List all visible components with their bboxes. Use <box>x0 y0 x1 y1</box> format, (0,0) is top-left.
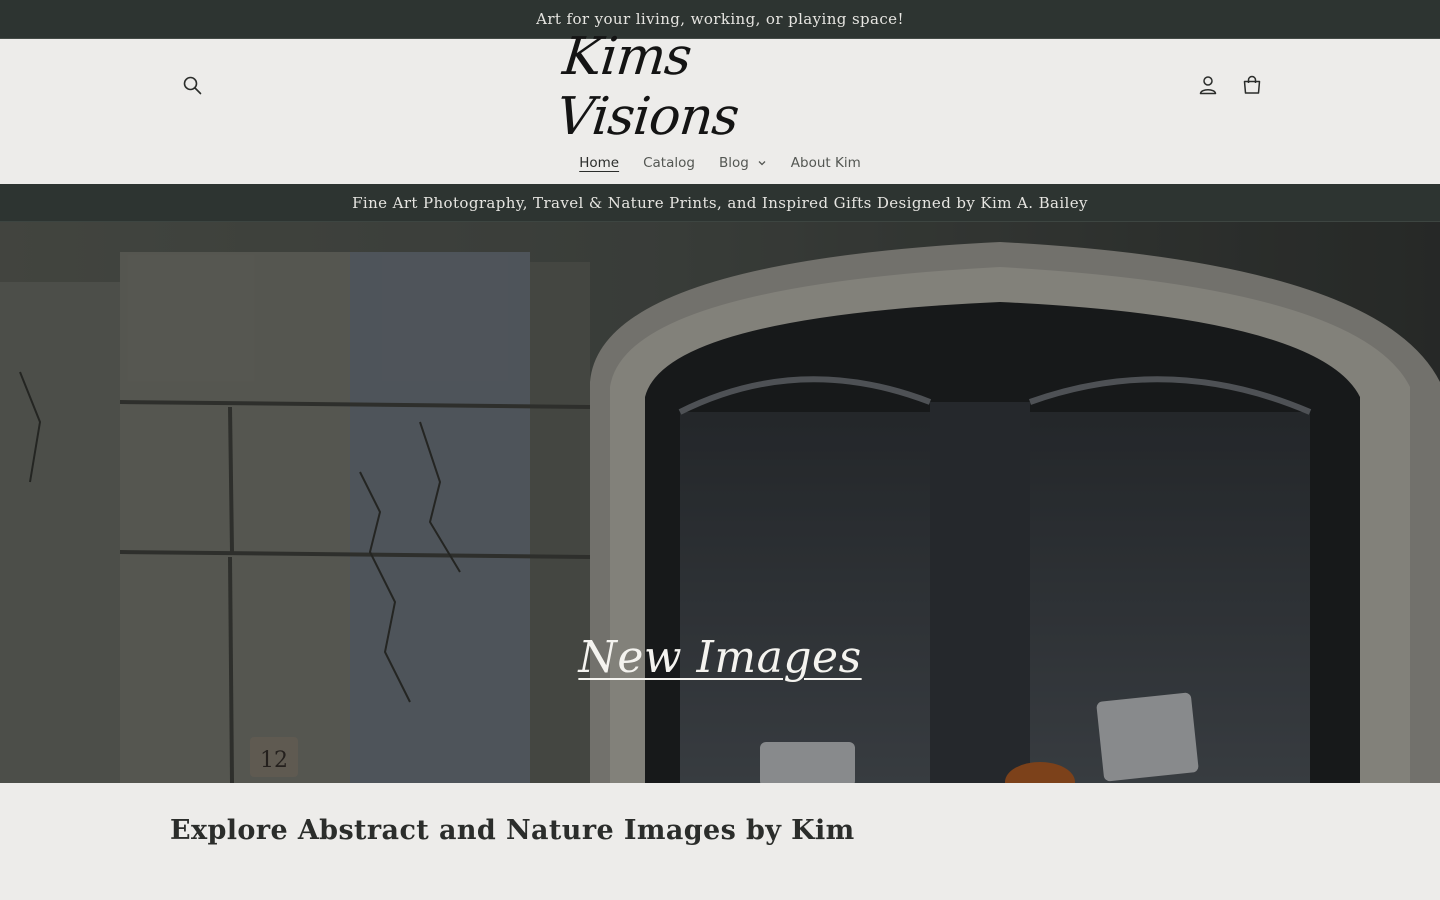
nav-catalog-label: Catalog <box>643 155 695 171</box>
hero-title-link[interactable]: New Images <box>578 632 861 683</box>
cart-icon <box>1243 75 1261 94</box>
site-header: Kims Visions Home Catalog Blog About Kim <box>0 27 1440 184</box>
tagline-bar: Fine Art Photography, Travel & Nature Pr… <box>0 184 1440 222</box>
search-button[interactable] <box>174 67 210 103</box>
section-title: Explore Abstract and Nature Images by Ki… <box>170 815 855 846</box>
site-logo[interactable]: Kims Visions <box>554 27 880 147</box>
account-button[interactable] <box>1190 67 1226 103</box>
hero-title: New Images <box>0 632 1440 683</box>
nav-about[interactable]: About Kim <box>779 155 873 171</box>
search-icon <box>183 76 202 95</box>
hero-overlay <box>0 222 1440 783</box>
nav-blog-label: Blog <box>718 155 749 171</box>
nav-home-label: Home <box>579 155 620 171</box>
main-nav: Home Catalog Blog About Kim <box>0 149 1440 177</box>
chevron-down-icon <box>758 161 766 166</box>
nav-home[interactable]: Home <box>567 155 631 171</box>
announcement-text: Art for your living, working, or playing… <box>536 10 904 28</box>
nav-about-label: About Kim <box>790 155 861 171</box>
tagline-text: Fine Art Photography, Travel & Nature Pr… <box>352 193 1088 212</box>
nav-blog[interactable]: Blog <box>707 155 779 171</box>
nav-catalog[interactable]: Catalog <box>631 155 707 171</box>
cart-button[interactable] <box>1234 67 1270 103</box>
account-icon <box>1199 76 1217 95</box>
logo-text: Kims Visions <box>553 27 742 147</box>
hero-banner[interactable]: 12 New Images <box>0 222 1440 783</box>
